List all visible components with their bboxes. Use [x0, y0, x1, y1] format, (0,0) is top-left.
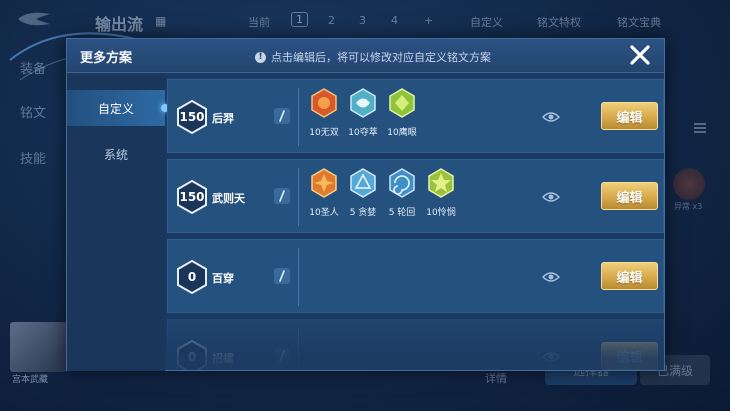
- hint-text: 点击编辑后，将可以修改对应自定义铭文方案: [271, 51, 491, 64]
- screen-title: 输出流: [95, 15, 144, 34]
- more-plans-dialog: 更多方案 ! 点击编辑后，将可以修改对应自定义铭文方案 自定义 系统 150 后…: [66, 38, 665, 371]
- hero-name: 武则天: [212, 192, 245, 205]
- orange-rune-icon: [311, 168, 337, 198]
- plan-row: 150 后羿 10无双 10夺萃 10鹰眼 编辑: [167, 79, 664, 153]
- menu-runes[interactable]: 铭文: [20, 102, 46, 121]
- edit-button[interactable]: 编辑: [601, 102, 658, 130]
- rune-label: 10鹰眼: [387, 128, 417, 138]
- rune-item: 5 贪婪: [344, 168, 382, 218]
- swirl-rune-icon: [389, 168, 415, 198]
- rune-icon: [673, 168, 705, 200]
- rune-item: 10夺萃: [344, 88, 382, 138]
- plan-list[interactable]: 150 后羿 10无双 10夺萃 10鹰眼 编辑 150 武则天 10圣人 5 …: [167, 79, 664, 370]
- tab-custom-plans[interactable]: 自定义: [67, 90, 169, 126]
- tab-add[interactable]: +: [424, 14, 433, 27]
- preview-eye-icon[interactable]: [542, 108, 560, 126]
- rune-label: 10圣人: [309, 208, 339, 218]
- level-value: 150: [179, 190, 205, 204]
- blue-rune-icon: [350, 88, 376, 118]
- rename-pen-icon[interactable]: [274, 108, 290, 124]
- green-rune-icon: [389, 88, 415, 118]
- level-value: 150: [179, 110, 205, 124]
- tab-3[interactable]: 3: [359, 14, 366, 27]
- grid-icon: ▦: [155, 14, 167, 28]
- dialog-hint: ! 点击编辑后，将可以修改对应自定义铭文方案: [255, 49, 491, 65]
- rune-label: 5 轮回: [388, 208, 416, 218]
- dialog-header: 更多方案 ! 点击编辑后，将可以修改对应自定义铭文方案: [67, 39, 664, 73]
- info-icon: !: [255, 51, 266, 63]
- tab-4[interactable]: 4: [391, 14, 398, 27]
- rune-label: 5 贪婪: [349, 208, 377, 218]
- back-logo-icon[interactable]: [14, 8, 58, 30]
- avatar[interactable]: [10, 322, 68, 372]
- blue-rune-icon: [350, 168, 376, 198]
- tab-label: 系统: [103, 147, 128, 162]
- rune-label: 10夺萃: [348, 128, 378, 138]
- rune-item: 10圣人: [305, 168, 343, 218]
- tab-label: 自定义: [97, 101, 134, 116]
- rune-label: 10怜悯: [426, 208, 456, 218]
- divider: [298, 168, 299, 226]
- tab-system-plans[interactable]: 系统: [67, 136, 165, 172]
- edit-button[interactable]: 编辑: [601, 182, 658, 210]
- rune-label: 异常 x3: [674, 202, 703, 211]
- rune-item: 10怜悯: [422, 168, 460, 218]
- tab-codex[interactable]: 铭文宝典: [617, 14, 661, 30]
- green-rune-icon: [428, 168, 454, 198]
- avatar-name: 宫本武藏: [12, 375, 49, 385]
- hero-name: 百穿: [212, 272, 234, 285]
- red-rune-icon: [311, 88, 337, 118]
- tab-2[interactable]: 2: [328, 14, 335, 27]
- rune-item: 10鹰眼: [383, 88, 421, 138]
- preview-eye-icon[interactable]: [542, 268, 560, 286]
- menu-icon[interactable]: [693, 121, 707, 135]
- tab-1[interactable]: 1: [291, 12, 308, 27]
- plan-row: 0 百穿 编辑: [167, 239, 664, 313]
- rename-pen-icon[interactable]: [274, 188, 290, 204]
- preview-eye-icon[interactable]: [542, 188, 560, 206]
- tab-privilege[interactable]: 铭文特权: [537, 14, 581, 30]
- divider: [298, 88, 299, 146]
- plan-sidebar: 自定义 系统: [67, 74, 169, 371]
- menu-equipment[interactable]: 装备: [20, 58, 46, 77]
- tab-current[interactable]: 当前: [248, 14, 270, 30]
- divider: [298, 248, 299, 306]
- scroll-fade: [167, 310, 664, 370]
- edit-button[interactable]: 编辑: [601, 262, 658, 290]
- tab-custom[interactable]: 自定义: [470, 14, 503, 30]
- rename-pen-icon[interactable]: [274, 268, 290, 284]
- hero-name: 后羿: [212, 112, 234, 125]
- rune-label: 10无双: [309, 128, 339, 138]
- dialog-title: 更多方案: [80, 51, 133, 66]
- plan-row: 150 武则天 10圣人 5 贪婪 5 轮回 10怜悯 编辑: [167, 159, 664, 233]
- rune-item: 10无双: [305, 88, 343, 138]
- close-icon[interactable]: [628, 43, 652, 67]
- details-text[interactable]: 详情: [485, 370, 507, 386]
- rune-item: 5 轮回: [383, 168, 421, 218]
- menu-skills[interactable]: 技能: [20, 148, 46, 167]
- level-value: 0: [187, 270, 197, 284]
